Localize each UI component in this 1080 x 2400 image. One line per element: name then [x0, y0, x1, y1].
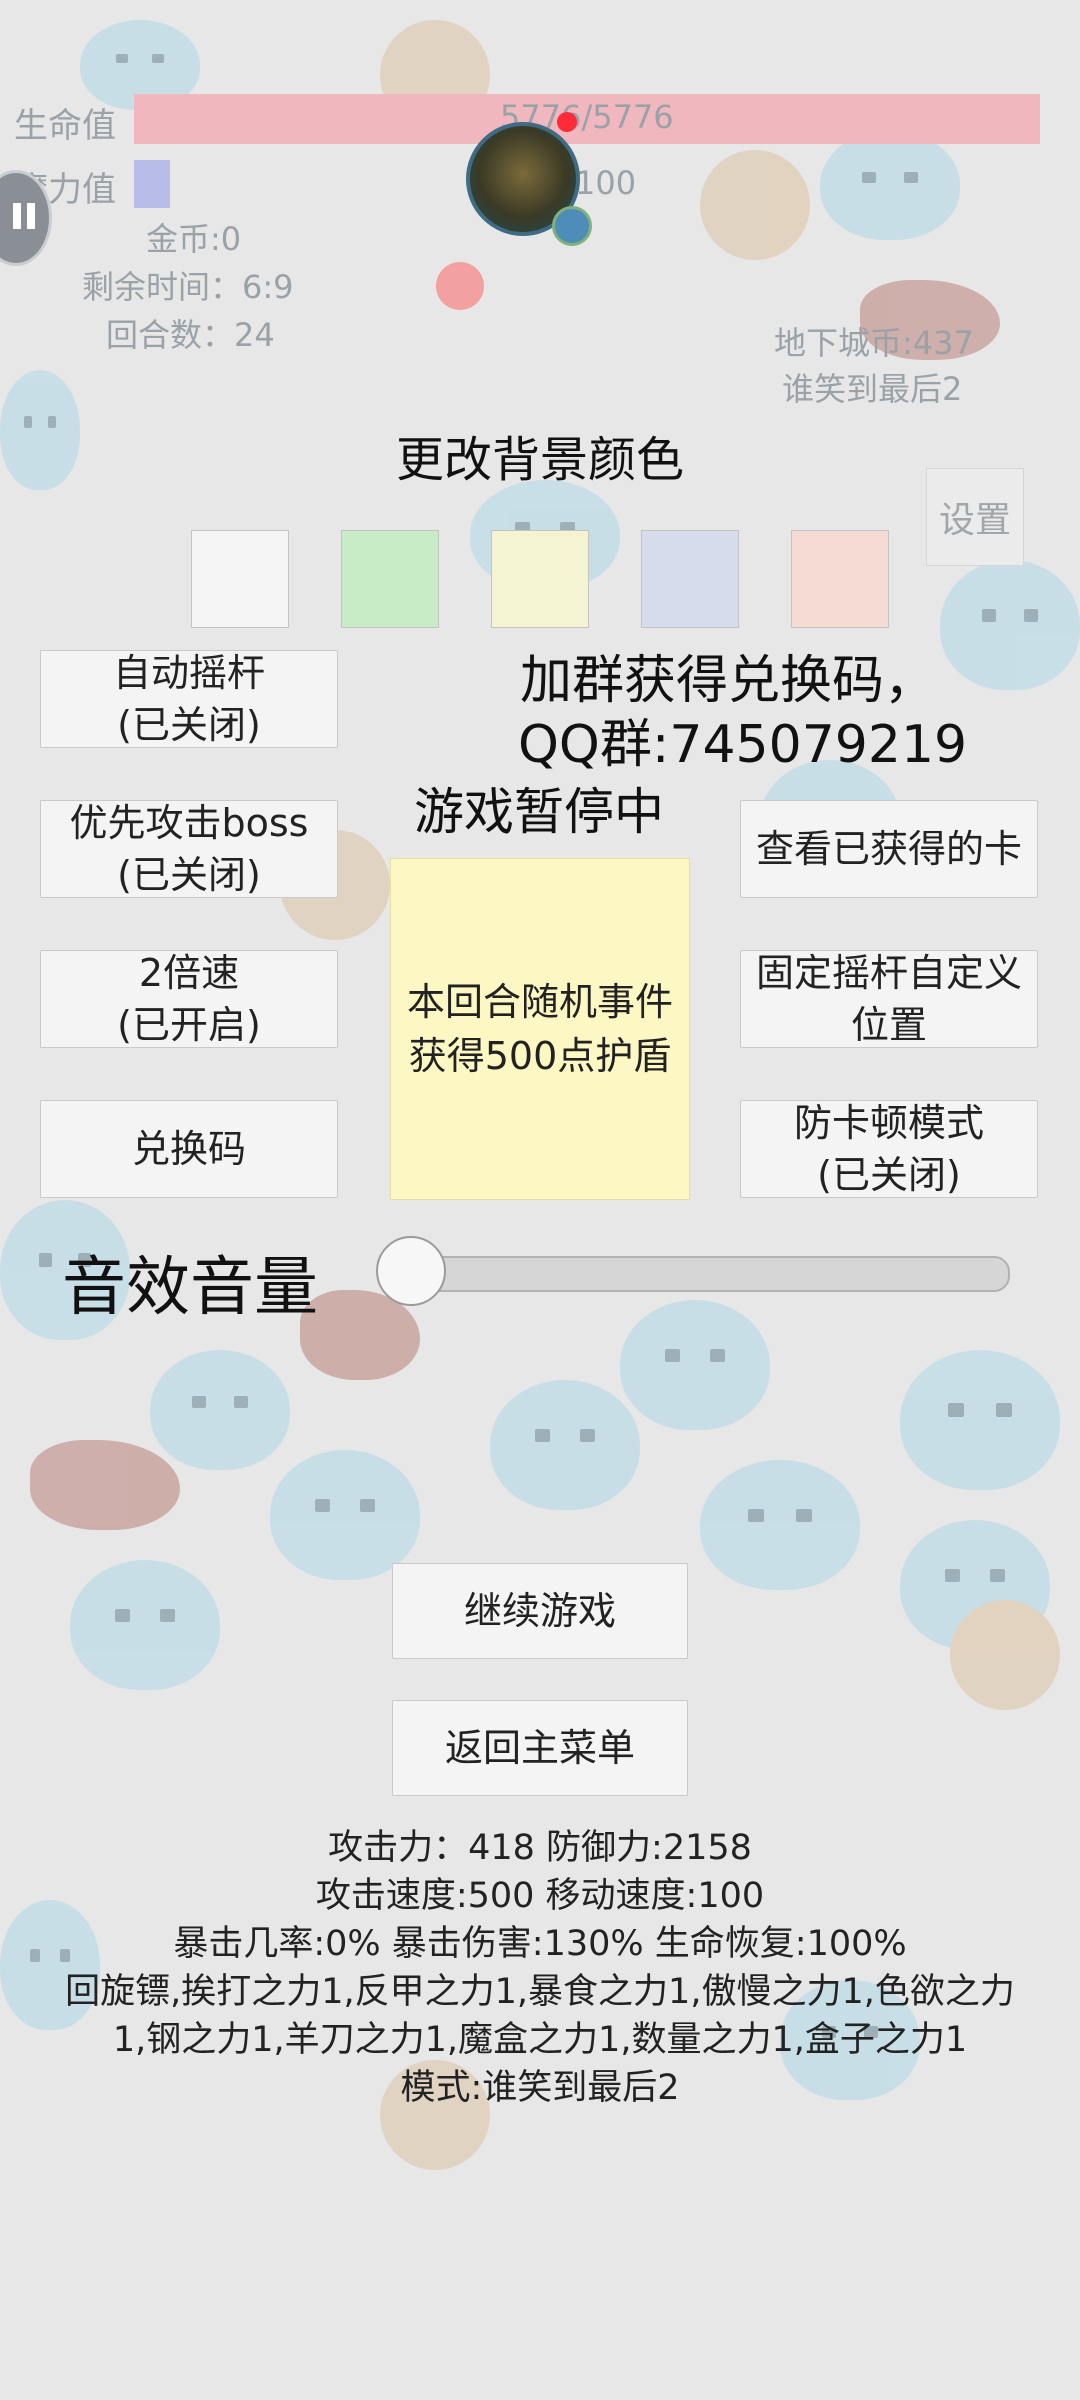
time-left-text: 剩余时间：6:9: [82, 268, 294, 306]
stats-block: 攻击力：418 防御力:2158 攻击速度:500 移动速度:100 暴击几率:…: [0, 1824, 1080, 2112]
return-main-menu-button[interactable]: 返回主菜单: [392, 1700, 688, 1796]
stats-line-mode: 模式:谁笑到最后2: [400, 2068, 680, 2108]
button-label-2: 位置: [850, 1003, 927, 1047]
monkey-enemy: [950, 1600, 1060, 1710]
bg-swatch-yellow[interactable]: [491, 530, 589, 628]
slime-enemy: [490, 1380, 640, 1510]
volume-slider-track[interactable]: [392, 1256, 1010, 1292]
button-state: (已关闭): [117, 853, 261, 897]
mp-value: 100: [575, 164, 637, 202]
volume-slider-thumb[interactable]: [376, 1236, 446, 1306]
button-label: 优先攻击boss: [69, 801, 309, 845]
redeem-code-button[interactable]: 兑换码: [40, 1100, 338, 1198]
red-orb: [436, 262, 484, 310]
mp-bar: [134, 160, 170, 208]
button-label: 查看已获得的卡: [755, 827, 1022, 871]
anti-lag-toggle[interactable]: 防卡顿模式 (已关闭): [740, 1100, 1038, 1198]
slime-enemy: [620, 1300, 770, 1430]
shield-status-icon: [552, 206, 592, 246]
view-cards-button[interactable]: 查看已获得的卡: [740, 800, 1038, 898]
slime-enemy: [70, 1560, 220, 1690]
dungeon-coin-text: 地下城币:437: [774, 324, 974, 362]
bg-color-title: 更改背景颜色: [395, 432, 684, 488]
stats-line-crit-regen: 暴击几率:0% 暴击伤害:130% 生命恢复:100%: [173, 1924, 907, 1964]
random-event-card: 本回合随机事件 获得500点护盾: [390, 858, 690, 1200]
button-label: 2倍速: [138, 951, 240, 995]
slime-enemy: [940, 560, 1080, 690]
button-label: 固定摇杆自定义: [755, 951, 1022, 995]
button-label: 防卡顿模式: [793, 1101, 984, 1145]
stats-line-attack-defense: 攻击力：418 防御力:2158: [328, 1828, 752, 1868]
event-line2: 获得500点护盾: [408, 1034, 672, 1078]
button-label: 兑换码: [131, 1127, 246, 1171]
paused-text: 游戏暂停中: [414, 783, 664, 841]
gold-text: 金币:0: [146, 220, 242, 258]
stats-line-powers-2: 1,钢之力1,羊刀之力1,魔盒之力1,数量之力1,盒子之力1: [112, 2020, 968, 2060]
bg-swatch-pink[interactable]: [791, 530, 889, 628]
button-label: 自动摇杆: [112, 651, 265, 695]
meat-item: [30, 1440, 180, 1530]
double-speed-toggle[interactable]: 2倍速 (已开启): [40, 950, 338, 1048]
button-state: (已关闭): [117, 703, 261, 747]
bg-swatch-blue[interactable]: [641, 530, 739, 628]
prioritize-boss-toggle[interactable]: 优先攻击boss (已关闭): [40, 800, 338, 898]
fixed-joystick-position-button[interactable]: 固定摇杆自定义 位置: [740, 950, 1038, 1048]
auto-joystick-toggle[interactable]: 自动摇杆 (已关闭): [40, 650, 338, 748]
bg-swatch-green[interactable]: [341, 530, 439, 628]
slime-enemy: [700, 1460, 860, 1590]
round-count-text: 回合数：24: [106, 316, 275, 354]
slime-enemy: [900, 1350, 1060, 1490]
button-label: 继续游戏: [463, 1589, 616, 1633]
notification-dot: [557, 112, 577, 132]
slime-enemy: [820, 130, 960, 240]
button-label: 返回主菜单: [444, 1726, 635, 1770]
sfx-volume-label: 音效音量: [62, 1251, 318, 1325]
stats-line-powers-1: 回旋镖,挨打之力1,反甲之力1,暴食之力1,傲慢之力1,色欲之力: [65, 1972, 1015, 2012]
button-state: (已关闭): [817, 1153, 961, 1197]
bg-swatch-white[interactable]: [191, 530, 289, 628]
continue-game-button[interactable]: 继续游戏: [392, 1563, 688, 1659]
slime-enemy: [150, 1350, 290, 1470]
event-line1: 本回合随机事件: [406, 980, 673, 1024]
mode-tag-text: 谁笑到最后2: [782, 370, 963, 408]
group-invite-line2: QQ群:745079219: [518, 715, 968, 775]
monkey-enemy: [700, 150, 810, 260]
button-state: (已开启): [117, 1003, 261, 1047]
hp-label: 生命值: [14, 106, 116, 146]
stats-line-speed: 攻击速度:500 移动速度:100: [315, 1876, 765, 1916]
slime-enemy: [270, 1450, 420, 1580]
